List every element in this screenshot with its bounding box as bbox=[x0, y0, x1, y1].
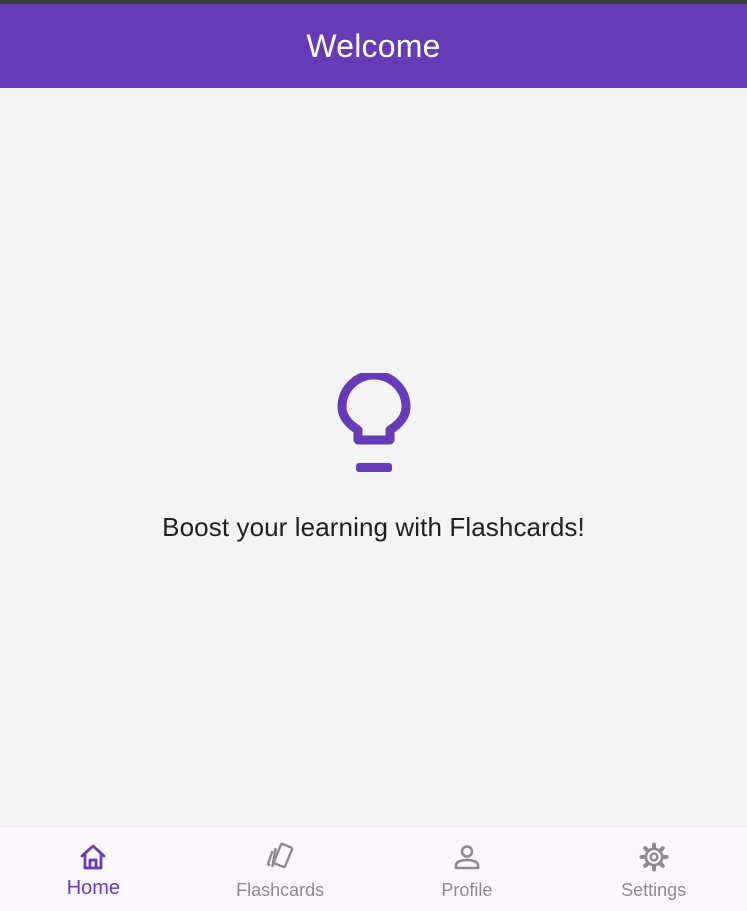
gear-icon bbox=[639, 842, 669, 872]
nav-label-flashcards: Flashcards bbox=[236, 880, 325, 900]
cards-icon bbox=[266, 842, 294, 869]
nav-label-settings: Settings bbox=[621, 880, 687, 900]
home-icon bbox=[80, 844, 106, 870]
nav-item-home[interactable]: Home bbox=[0, 827, 187, 911]
nav-item-flashcards[interactable]: Flashcards bbox=[187, 827, 374, 911]
nav-item-profile[interactable]: Profile bbox=[374, 827, 561, 911]
nav-item-settings[interactable]: Settings bbox=[560, 827, 747, 911]
lightbulb-icon bbox=[337, 373, 411, 472]
person-icon bbox=[454, 845, 480, 870]
app-bar: Welcome bbox=[0, 4, 747, 88]
nav-label-home: Home bbox=[66, 877, 121, 899]
nav-label-profile: Profile bbox=[441, 880, 493, 900]
main-content: Boost your learning with Flashcards! bbox=[0, 88, 747, 826]
page-title: Welcome bbox=[306, 27, 441, 64]
tagline-text: Boost your learning with Flashcards! bbox=[162, 512, 585, 542]
bottom-navigation: Home Flashcards Profile Settings bbox=[0, 826, 747, 911]
